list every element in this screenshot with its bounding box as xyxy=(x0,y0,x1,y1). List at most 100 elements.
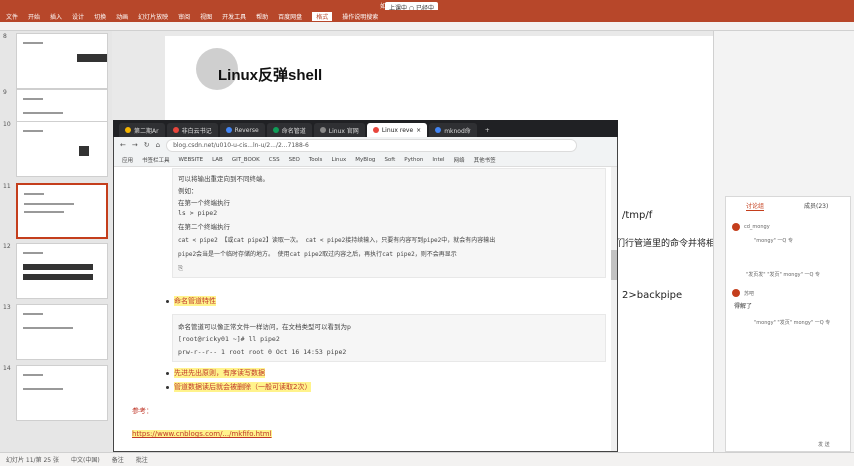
slide-thumbnail[interactable] xyxy=(16,33,108,89)
slide-text-fragment: 们行管道里的命令并将相 xyxy=(616,239,716,249)
slide-thumbnail[interactable] xyxy=(16,243,108,299)
code-line: pipe2会当是一个临时存储的地方。 使用cat pipe2取过内容之后，再执行… xyxy=(178,251,457,258)
browser-tab[interactable]: 命名管道 xyxy=(266,123,312,137)
menu-home[interactable]: 开始 xyxy=(28,12,40,21)
bullet-icon xyxy=(166,300,169,303)
comment-user: cd_mongy xyxy=(744,224,770,230)
bookmark[interactable]: Linux xyxy=(331,157,346,163)
bookmark[interactable]: CSS xyxy=(269,157,280,163)
tab-label: Linux 官网 xyxy=(328,127,359,135)
bookmark[interactable]: 书签栏工具 xyxy=(142,156,170,164)
menu-transitions[interactable]: 切换 xyxy=(94,12,106,21)
browser-tab[interactable]: Linux 官网 xyxy=(313,123,365,137)
reference-link[interactable]: https://www.cnblogs.com/.../mkfifo.html xyxy=(132,430,272,438)
slide-thumbnail[interactable] xyxy=(16,304,108,360)
bookmark[interactable]: Soft xyxy=(384,157,395,163)
section-heading: 命名管道特性 xyxy=(174,296,216,306)
back-icon[interactable]: ← xyxy=(120,141,126,149)
comments-button[interactable]: 批注 xyxy=(136,455,148,464)
slide-thumbnail[interactable] xyxy=(16,121,108,177)
send-button[interactable]: 发 送 xyxy=(818,441,830,448)
bookmark[interactable]: Python xyxy=(404,157,423,163)
ppt-menu-bar: 文件 开始 插入 设计 切换 动画 幻灯片放映 审阅 视图 开发工具 帮助 百度… xyxy=(0,10,854,22)
tab-label: Reverse xyxy=(234,126,259,134)
home-icon[interactable]: ⌂ xyxy=(156,141,160,149)
scrollbar-thumb[interactable] xyxy=(611,250,617,280)
comment-text: 得解了 xyxy=(734,303,753,310)
page-scrollbar[interactable] xyxy=(611,167,617,451)
slide-number: 9 xyxy=(3,89,7,96)
code-line: 可以将输出重定向到不同终端。 xyxy=(178,175,269,183)
slide-number: 13 xyxy=(3,304,11,311)
comment-text: "mongy" "发页" mongy" 一Q 专 xyxy=(754,320,831,326)
tab-label: Linux reve xyxy=(381,126,414,134)
reference-label: 参考： xyxy=(132,407,153,415)
tab-favicon-icon xyxy=(435,127,442,133)
tab-favicon-icon xyxy=(319,127,326,133)
menu-format[interactable]: 格式 xyxy=(312,11,333,21)
menu-file[interactable]: 文件 xyxy=(6,12,18,21)
bookmark[interactable]: GIT_BOOK xyxy=(232,157,260,163)
bookmark[interactable]: Tools xyxy=(309,157,323,163)
slide-title[interactable]: Linux反弹shell xyxy=(218,64,322,85)
browser-tab[interactable]: mknod命 xyxy=(429,123,477,137)
menu-view[interactable]: 视图 xyxy=(200,12,212,21)
code-block: 可以将输出重定向到不同终端。 例如： 在第一个终端执行 ls > pipe2 在… xyxy=(172,168,606,278)
language-status: 中文(中国) xyxy=(71,457,100,464)
slide-text-fragment: /tmp/f xyxy=(622,210,653,221)
browser-tab[interactable]: 非白云书记 xyxy=(166,123,218,137)
slide-number: 14 xyxy=(3,365,11,372)
code-line: [root@ricky01 ~]# ll pipe2 xyxy=(178,335,280,343)
browser-tab[interactable]: 第二期Ar xyxy=(119,123,165,137)
tab-label: 命名管道 xyxy=(281,127,306,135)
slide-number: 11 xyxy=(3,183,11,190)
menu-baidu[interactable]: 百度网盘 xyxy=(278,12,302,21)
bookmark[interactable]: 其他书签 xyxy=(474,156,496,164)
browser-tab-active[interactable]: Linux reve × xyxy=(366,123,428,137)
tab-favicon-icon xyxy=(172,127,179,133)
tab-favicon-icon xyxy=(272,127,279,133)
browser-tab[interactable]: Reverse xyxy=(219,123,265,137)
comment-user: 苏吧 xyxy=(744,291,755,297)
code-line: ls > pipe2 xyxy=(178,209,218,217)
bookmark[interactable]: Intel xyxy=(432,157,444,163)
slide-counter: 幻灯片 11/第 25 张 xyxy=(6,457,60,464)
reload-icon[interactable]: ↻ xyxy=(144,141,150,149)
tab-members[interactable]: 成员(23) xyxy=(804,201,828,210)
tab-discussion[interactable]: 讨论组 xyxy=(746,201,765,211)
bookmark[interactable]: LAB xyxy=(212,157,223,163)
menu-review[interactable]: 审阅 xyxy=(178,12,190,21)
menu-design[interactable]: 设计 xyxy=(72,12,84,21)
menu-help[interactable]: 帮助 xyxy=(256,12,268,21)
slide-number: 10 xyxy=(3,121,11,128)
bookmark[interactable]: 应用 xyxy=(122,156,133,164)
menu-animations[interactable]: 动画 xyxy=(116,12,128,21)
bookmark[interactable]: 网络 xyxy=(454,156,465,164)
code-line: 命名管道可以像正常文件一样访问，在文档类型可以看到为p xyxy=(178,323,351,331)
tab-label: mknod命 xyxy=(444,127,471,135)
copy-icon[interactable]: ⎘ xyxy=(178,264,183,273)
bookmark[interactable]: MyBlog xyxy=(355,157,375,163)
comments-panel[interactable]: 讨论组 成员(23) cd_mongy "mongy" 一Q 专 "发页发" "… xyxy=(725,196,851,452)
menu-slideshow[interactable]: 幻灯片放映 xyxy=(138,12,168,21)
new-tab-button[interactable]: + xyxy=(479,123,496,137)
bookmark[interactable]: SEO xyxy=(289,157,300,163)
url-input[interactable]: blog.csdn.net/u010-u-cis...ln-u/2.../2..… xyxy=(166,138,577,152)
bookmarks-bar: 应用 书签栏工具 WEBSITE LAB GIT_BOOK CSS SEO To… xyxy=(114,153,617,167)
tab-label: 第二期Ar xyxy=(134,127,159,135)
bookmark[interactable]: WEBSITE xyxy=(179,157,204,163)
slide-thumbnail[interactable] xyxy=(16,365,108,421)
close-icon[interactable]: × xyxy=(416,127,421,134)
slide-text-fragment: 2>backpipe xyxy=(622,290,683,301)
comment-text: "mongy" 一Q 专 xyxy=(754,238,793,244)
slide-thumbnail-selected[interactable] xyxy=(16,183,108,239)
notes-button[interactable]: 备注 xyxy=(112,455,124,464)
forward-icon[interactable]: → xyxy=(132,141,138,149)
bullet-icon xyxy=(166,386,169,389)
menu-search[interactable]: 操作说明搜索 xyxy=(342,12,378,21)
menu-developer[interactable]: 开发工具 xyxy=(222,12,246,21)
status-bar: 幻灯片 11/第 25 张 中文(中国) 备注 批注 xyxy=(0,452,854,466)
slide-thumbnail-pane[interactable]: 8 9 10 11 12 13 14 xyxy=(0,31,113,452)
avatar xyxy=(732,223,740,231)
menu-insert[interactable]: 插入 xyxy=(50,12,62,21)
